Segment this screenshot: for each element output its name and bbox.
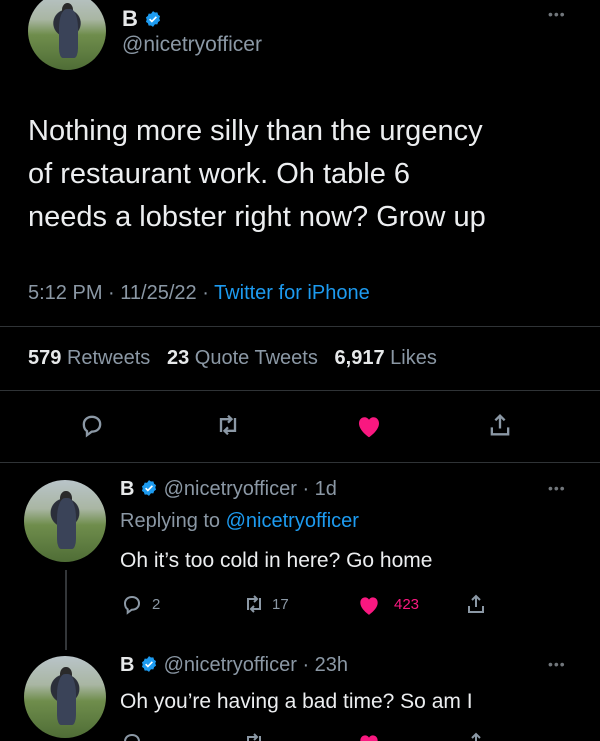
divider bbox=[0, 462, 600, 463]
thread-line bbox=[65, 570, 67, 650]
like-icon[interactable] bbox=[356, 592, 382, 618]
retweet-count: 17 bbox=[272, 596, 289, 613]
quotes-label: Quote Tweets bbox=[194, 347, 318, 369]
quotes-count: 23 bbox=[166, 347, 190, 369]
more-options-icon[interactable]: ••• bbox=[548, 6, 566, 22]
likes-stat[interactable]: 6,917 Likes bbox=[335, 347, 437, 369]
verified-badge-icon bbox=[144, 8, 162, 27]
reply-icon[interactable] bbox=[78, 411, 106, 439]
more-options-icon[interactable]: ••• bbox=[548, 480, 566, 496]
verified-badge-icon bbox=[140, 655, 158, 673]
tweet-text-line: of restaurant work. Oh table 6 bbox=[28, 158, 411, 190]
like-icon[interactable] bbox=[354, 411, 384, 441]
avatar[interactable] bbox=[24, 480, 106, 562]
tweet-text: Oh you’re having a bad time? So am I bbox=[120, 690, 473, 713]
divider bbox=[0, 326, 600, 327]
replying-prefix: Replying to bbox=[120, 510, 221, 532]
retweet-icon[interactable] bbox=[242, 592, 266, 616]
reply-actions bbox=[120, 730, 520, 741]
reply-icon[interactable] bbox=[120, 592, 144, 616]
like-count: 423 bbox=[394, 596, 420, 613]
likes-label: Likes bbox=[390, 347, 437, 369]
reply-icon[interactable] bbox=[120, 730, 144, 741]
retweet-icon[interactable] bbox=[242, 730, 266, 741]
tweet-text: Oh it’s too cold in here? Go home bbox=[120, 549, 433, 572]
reply-header: B @nicetryofficer · 1d bbox=[120, 478, 337, 500]
likes-count: 6,917 bbox=[334, 347, 385, 369]
tweet-source[interactable]: Twitter for iPhone bbox=[214, 282, 370, 304]
handle[interactable]: @nicetryofficer bbox=[164, 654, 297, 676]
display-name[interactable]: B bbox=[120, 478, 134, 500]
tweet-age[interactable]: 1d bbox=[315, 478, 337, 500]
retweet-icon[interactable] bbox=[214, 411, 242, 439]
avatar[interactable] bbox=[24, 656, 106, 738]
tweet-text-line: Nothing more silly than the urgency bbox=[28, 115, 483, 147]
verified-badge-icon bbox=[140, 479, 158, 497]
engagement-stats: 579 Retweets 23 Quote Tweets 6,917 Likes bbox=[28, 347, 437, 370]
tweet-text: Nothing more silly than the urgency of r… bbox=[28, 110, 486, 239]
display-name[interactable]: B bbox=[120, 654, 134, 676]
tweet-meta: 5:12 PM · 11/25/22 · Twitter for iPhone bbox=[28, 282, 370, 304]
share-icon[interactable] bbox=[464, 592, 488, 616]
tweet-age[interactable]: 23h bbox=[315, 654, 348, 676]
replying-to: Replying to @nicetryofficer bbox=[120, 510, 359, 533]
tweet-time[interactable]: 5:12 PM bbox=[28, 282, 102, 304]
retweets-stat[interactable]: 579 Retweets bbox=[28, 347, 150, 369]
reply-count: 2 bbox=[152, 596, 161, 613]
display-name[interactable]: B bbox=[122, 6, 138, 31]
like-icon[interactable] bbox=[356, 730, 382, 741]
author-name-row: B bbox=[122, 6, 162, 32]
retweets-count: 579 bbox=[28, 347, 62, 369]
tweet-text-line: needs a lobster right now? Grow up bbox=[28, 201, 486, 233]
share-icon[interactable] bbox=[464, 730, 488, 741]
quotes-stat[interactable]: 23 Quote Tweets bbox=[167, 347, 318, 369]
divider bbox=[0, 390, 600, 391]
replying-to-handle[interactable]: @nicetryofficer bbox=[226, 510, 359, 532]
share-icon[interactable] bbox=[486, 411, 514, 439]
more-options-icon[interactable]: ••• bbox=[548, 656, 566, 672]
handle[interactable]: @nicetryofficer bbox=[122, 33, 262, 57]
avatar[interactable] bbox=[28, 0, 106, 70]
retweets-label: Retweets bbox=[66, 347, 151, 369]
reply-header: B @nicetryofficer · 23h bbox=[120, 654, 349, 676]
tweet-date[interactable]: 11/25/22 bbox=[120, 282, 196, 304]
handle[interactable]: @nicetryofficer bbox=[164, 478, 297, 500]
